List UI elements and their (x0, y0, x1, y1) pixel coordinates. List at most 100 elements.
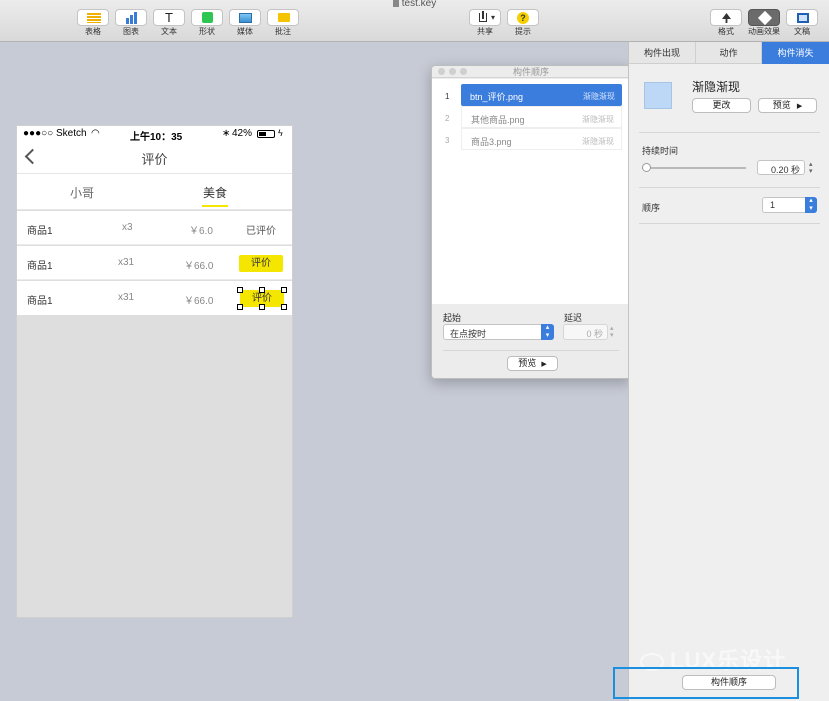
build-list: 1 btn_评价.png 渐隐渐现 2 其他商品.png 渐隐渐现 3 商品3.… (432, 79, 630, 304)
select-arrows-icon: ▴ ▾ (805, 197, 817, 213)
change-label: 更改 (712, 100, 731, 110)
order-select[interactable]: 1 ▴ ▾ (762, 197, 817, 213)
tab-build-out[interactable]: 构件消失 (762, 42, 829, 64)
duration-field[interactable]: 0.20 秒 (757, 160, 805, 175)
segment-tabs: 小哥 美食 (17, 174, 292, 210)
highlight-callout-box (613, 667, 799, 699)
list-item: 商品1 x31 ￥66.0 评价 (17, 281, 292, 315)
order-value: 1 (770, 200, 776, 210)
start-select[interactable]: 在点按时 ▴ ▾ (443, 324, 554, 340)
build-item-effect: 渐隐渐现 (583, 92, 615, 101)
animate-icon (748, 9, 780, 26)
text-icon: T (153, 9, 185, 26)
tips-button[interactable]: ? 提示 (506, 9, 540, 37)
start-value: 在点按时 (450, 329, 487, 339)
item-qty: x31 (118, 257, 135, 268)
selection-handle[interactable] (259, 287, 265, 293)
inspector-preview-button[interactable]: 预览 ▶ (758, 98, 817, 113)
panel-divider (443, 350, 619, 351)
effect-name: 渐隐渐现 (692, 80, 741, 94)
toolbar: test.key 表格 图表 T 文本 形状 媒体 批注 ▾ 共享 ? 提示 格… (0, 0, 829, 42)
build-item[interactable]: 商品3.png 渐隐渐现 (461, 128, 622, 150)
rate-button[interactable]: 评价 (239, 255, 283, 272)
preview-button[interactable]: 预览 ▶ (507, 356, 558, 371)
select-arrows-icon: ▴ ▾ (541, 324, 554, 340)
preview-label: 预览 (518, 358, 537, 368)
media-button[interactable]: 媒体 (228, 9, 262, 37)
tab-action[interactable]: 动作 (696, 42, 762, 64)
selection-handle[interactable] (237, 304, 243, 310)
wifi-icon: ◠ (91, 128, 100, 139)
battery-icon (257, 130, 275, 138)
effect-thumbnail (644, 82, 672, 109)
duration-stepper-icon[interactable]: ▴ ▾ (809, 161, 813, 175)
tab-build-in[interactable]: 构件出现 (629, 42, 696, 64)
document-icon-small (392, 0, 399, 7)
media-icon (229, 9, 261, 26)
selection-handle[interactable] (281, 304, 287, 310)
item-name: 商品1 (27, 261, 53, 272)
window-title: test.key (0, 0, 829, 8)
build-item-name: 其他商品.png (471, 115, 525, 125)
tab-courier[interactable]: 小哥 (57, 184, 107, 201)
nav-title: 评价 (141, 152, 168, 167)
tips-icon: ? (507, 9, 539, 26)
charging-icon: ϟ (278, 128, 283, 138)
build-number: 2 (445, 114, 450, 123)
rate-button-label: 评价 (252, 293, 272, 304)
bluetooth-icon: ∗ (222, 128, 231, 139)
share-button[interactable]: ▾ 共享 (468, 9, 502, 37)
list-item: 商品1 x3 ￥6.0 已评价 (17, 211, 292, 245)
stepper-arrows-icon[interactable]: ▴ ▾ (610, 325, 614, 339)
rated-label: 已评价 (246, 226, 276, 237)
selection-handle[interactable] (281, 287, 287, 293)
shape-icon (191, 9, 223, 26)
chart-icon (115, 9, 147, 26)
chart-button[interactable]: 图表 (114, 9, 148, 37)
status-bar: ●●●○○ Sketch ◠ 上午10：35 ∗ 42% ϟ (17, 126, 292, 143)
selection-handle[interactable] (259, 304, 265, 310)
document-button[interactable]: 文稿 (785, 9, 819, 37)
delay-label: 延迟 (564, 313, 583, 323)
change-button[interactable]: 更改 (692, 98, 751, 113)
share-icon: ▾ (469, 9, 501, 26)
text-button[interactable]: T 文本 (152, 9, 186, 37)
item-name: 商品1 (27, 226, 53, 237)
carrier-label: ●●●○○ Sketch (23, 128, 87, 139)
animate-button[interactable]: 动画效果 (747, 9, 781, 37)
comment-button[interactable]: 批注 (266, 9, 300, 37)
item-qty: x31 (118, 292, 135, 303)
item-price: ￥6.0 (189, 226, 213, 237)
slide-phone-mockup: ●●●○○ Sketch ◠ 上午10：35 ∗ 42% ϟ 评价 小哥 美食 … (16, 125, 293, 618)
duration-label: 持续时间 (642, 146, 679, 156)
table-button[interactable]: 表格 (76, 9, 110, 37)
nav-bar: 评价 (17, 142, 292, 174)
panel-titlebar: 构件顺序 (432, 66, 630, 78)
build-item-effect: 渐隐渐现 (582, 137, 614, 146)
divider (639, 132, 820, 133)
build-item[interactable]: 其他商品.png 渐隐渐现 (461, 106, 622, 128)
preview-label: 预览 (772, 100, 791, 110)
duration-value: 0.20 秒 (770, 165, 800, 175)
battery-percent: 42% (232, 128, 253, 139)
format-button[interactable]: 格式 (709, 9, 743, 37)
item-price: ￥66.0 (184, 296, 214, 307)
inspector-tabs: 构件出现 动作 构件消失 (629, 42, 829, 64)
build-item[interactable]: btn_评价.png 渐隐渐现 (461, 84, 622, 106)
shape-button[interactable]: 形状 (190, 9, 224, 37)
slider-knob[interactable] (642, 163, 652, 172)
tab-active-indicator (202, 205, 228, 207)
delay-stepper[interactable]: 0 秒 (563, 324, 608, 340)
comment-icon (267, 9, 299, 26)
selection-handle[interactable] (237, 287, 243, 293)
build-item-name: 商品3.png (471, 137, 512, 147)
duration-slider[interactable] (642, 163, 746, 172)
tab-food[interactable]: 美食 (190, 184, 240, 201)
table-icon (77, 9, 109, 26)
animate-inspector: 构件出现 动作 构件消失 渐隐渐现 更改 预览 ▶ 持续时间 0.20 秒 ▴ ▾ … (628, 42, 829, 701)
order-label: 顺序 (642, 203, 661, 213)
build-order-panel: 构件顺序 1 btn_评价.png 渐隐渐现 2 其他商品.png 渐隐渐现 3… (431, 65, 631, 379)
divider (639, 223, 820, 224)
divider (639, 187, 820, 188)
play-icon: ▶ (541, 361, 547, 368)
